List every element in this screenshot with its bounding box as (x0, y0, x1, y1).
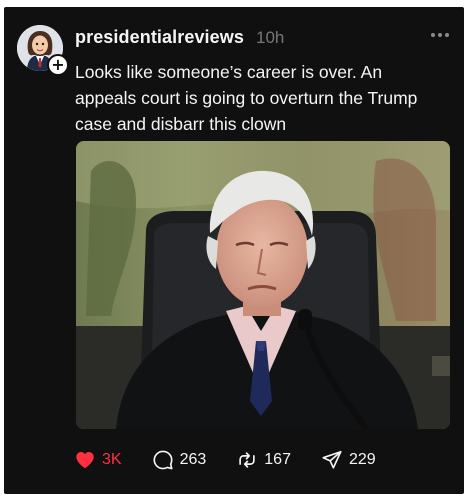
share-count: 229 (348, 451, 376, 468)
post-image[interactable] (76, 141, 450, 429)
more-options-button[interactable] (428, 25, 452, 45)
like-button[interactable]: 3K (74, 449, 122, 471)
post-timestamp: 10h (256, 28, 285, 47)
reply-count: 263 (179, 451, 207, 468)
post-actions-bar: 3K 263 167 229 (74, 448, 406, 472)
follow-plus-button[interactable]: + (47, 54, 69, 76)
author-username[interactable]: presidentialreviews (75, 27, 244, 48)
send-icon (322, 450, 342, 469)
post-body-text: Looks like someone’s career is over. An … (75, 62, 418, 134)
thread-post: + presidentialreviews 10h Looks like som… (4, 7, 464, 494)
more-dot-icon (431, 33, 435, 37)
author-avatar-wrapper[interactable]: + (17, 25, 69, 76)
reply-button[interactable]: 263 (152, 449, 207, 471)
judge-photo (76, 141, 450, 429)
comment-bubble-icon (153, 450, 173, 470)
repost-icon (239, 452, 255, 468)
repost-button[interactable]: 167 (236, 449, 291, 471)
repost-count: 167 (264, 451, 291, 468)
like-count: 3K (102, 451, 122, 468)
more-dot-icon (445, 33, 449, 37)
more-dot-icon (438, 33, 442, 37)
share-button[interactable]: 229 (321, 449, 376, 471)
heart-icon (76, 452, 94, 469)
